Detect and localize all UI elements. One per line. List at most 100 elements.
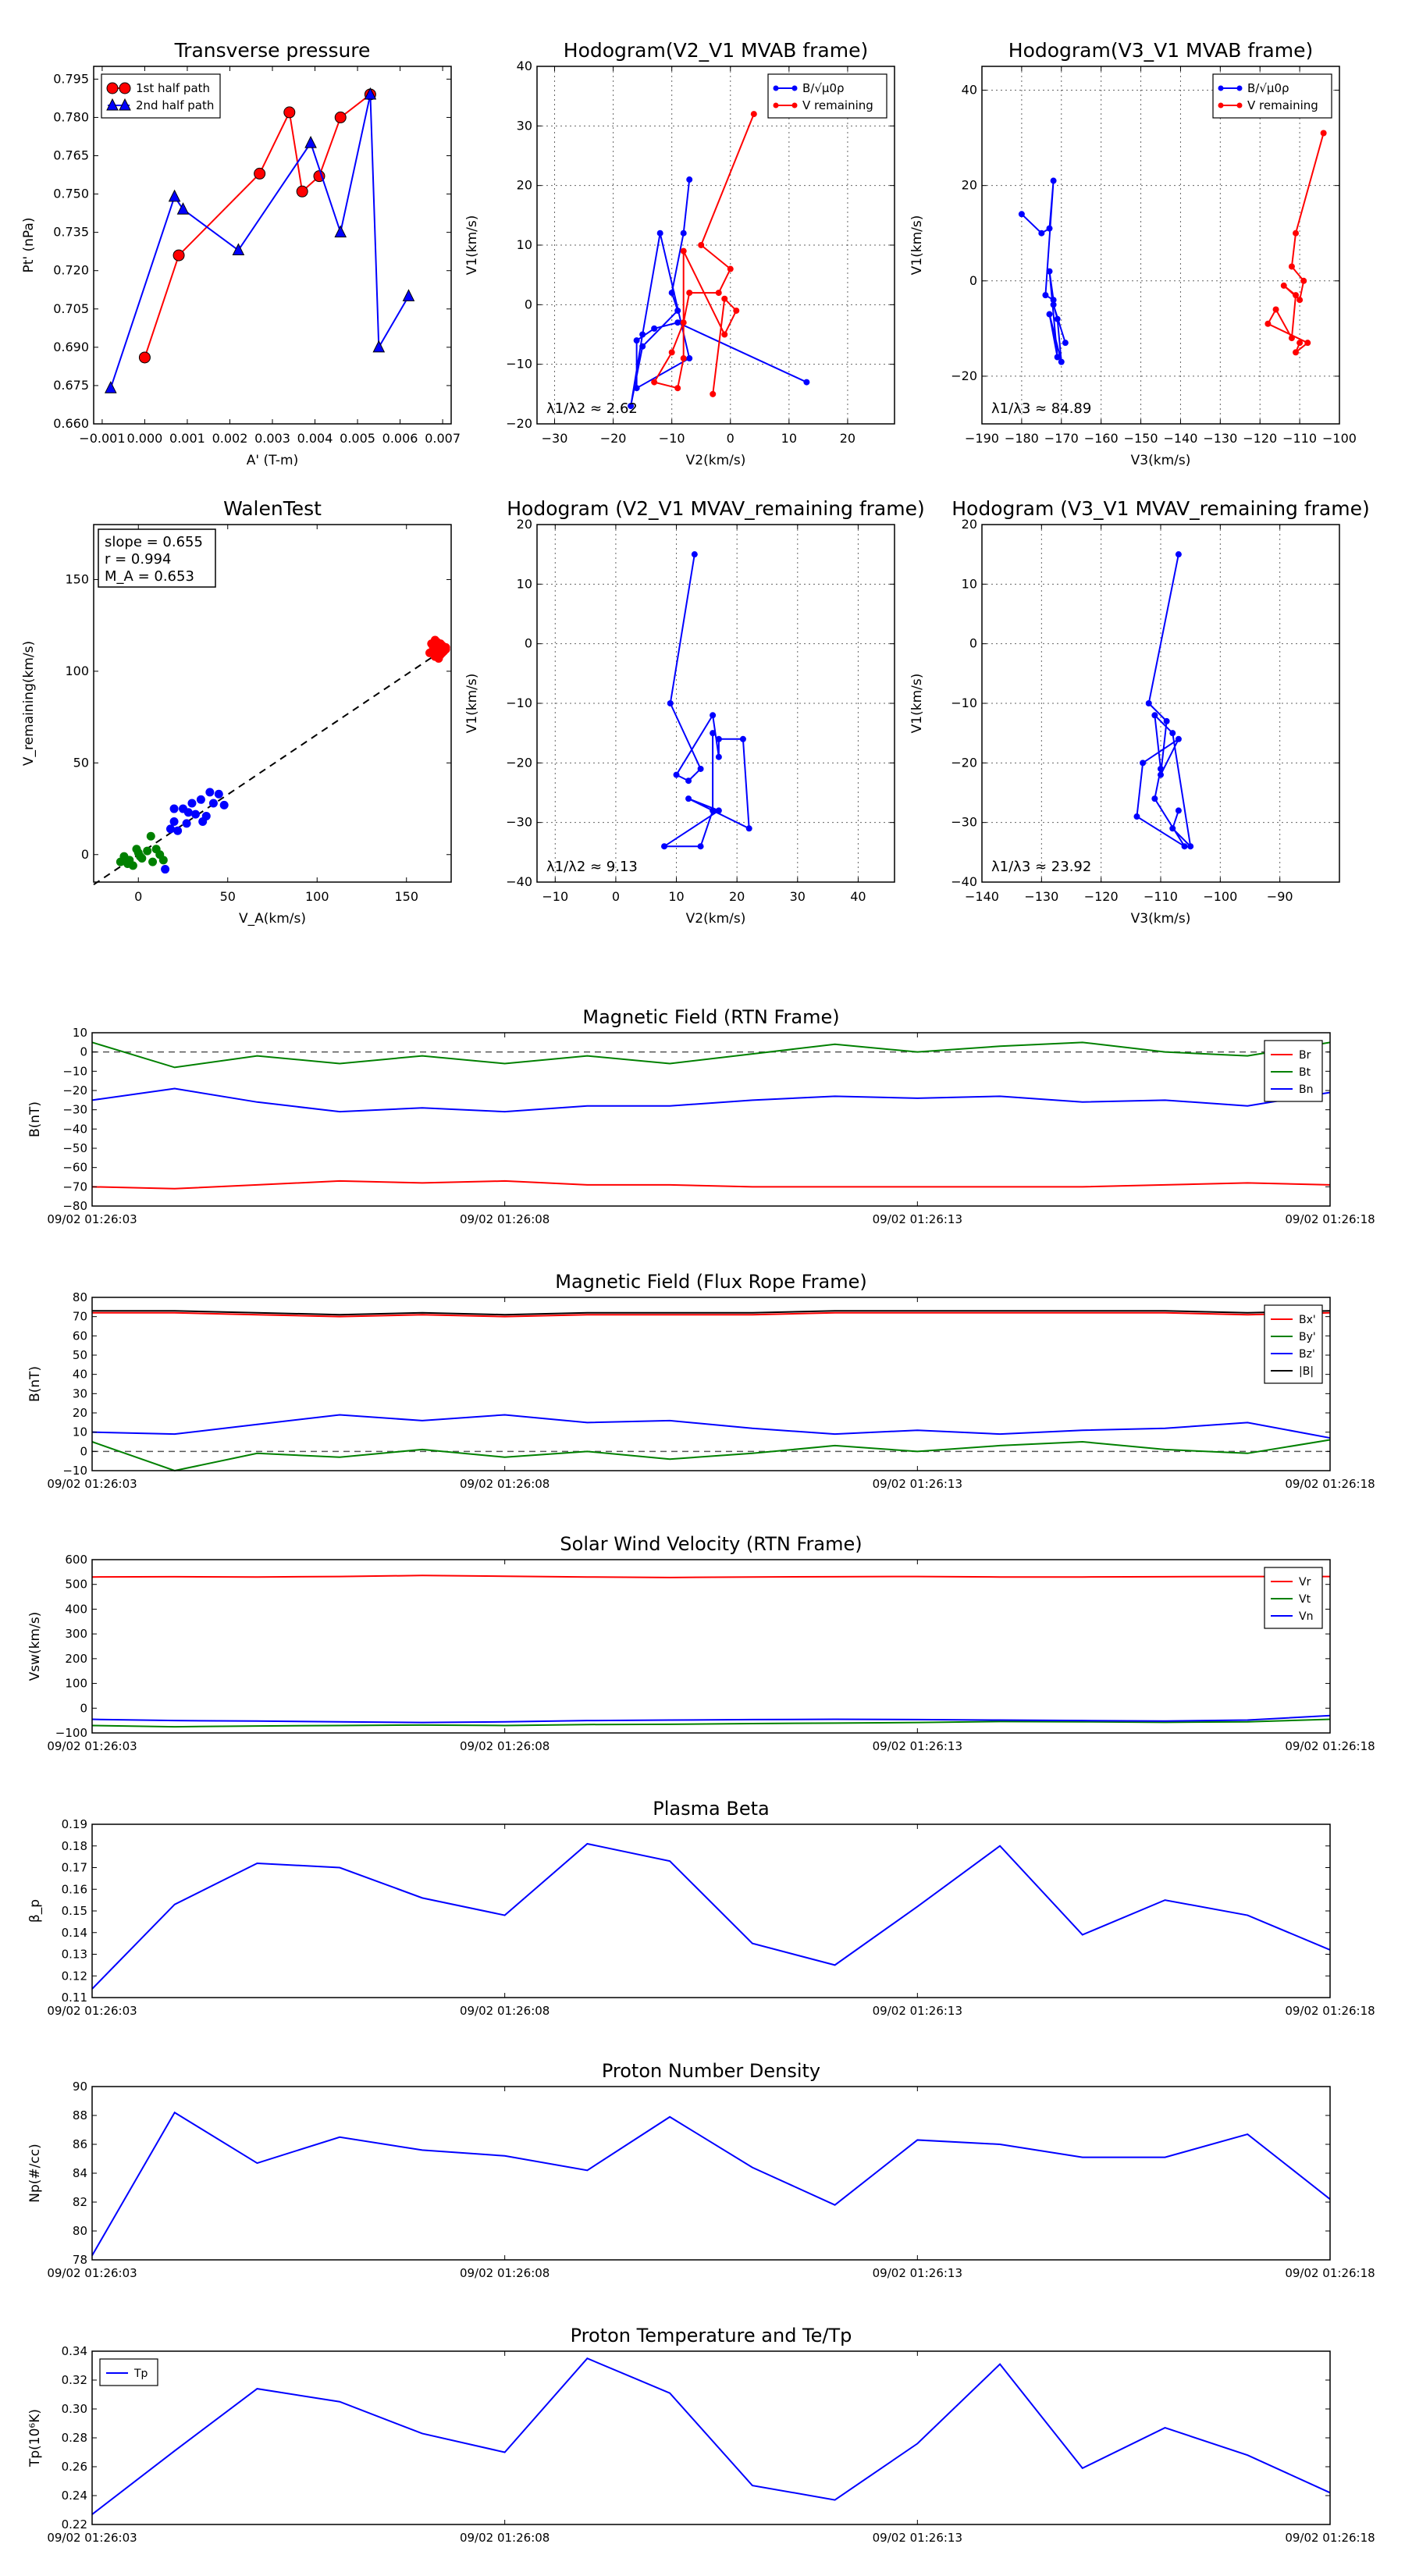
- y-tick-label: 10: [962, 576, 977, 591]
- x-tick-label: −110: [1144, 889, 1178, 904]
- x-tick-label: −130: [1024, 889, 1058, 904]
- y-tick-label: −80: [62, 1199, 87, 1213]
- y-tick-label: 0.32: [62, 2373, 87, 2387]
- y-tick-label: 0.720: [53, 263, 89, 278]
- y-axis-label: B(nT): [27, 1366, 43, 1402]
- data-marker: [1293, 292, 1300, 299]
- data-marker: [715, 807, 722, 814]
- y-tick-label: 0.765: [53, 148, 89, 163]
- y-tick-label: −20: [951, 755, 977, 770]
- data-point: [169, 804, 179, 813]
- data-marker: [1272, 306, 1279, 313]
- y-tick-label: 0.690: [53, 340, 89, 354]
- data-marker: [1054, 354, 1061, 361]
- y-axis-label: β_p: [27, 1899, 43, 1923]
- data-marker: [661, 843, 668, 850]
- data-marker: [1046, 225, 1053, 232]
- data-marker: [697, 843, 704, 850]
- data-point: [191, 809, 201, 819]
- x-tick-label: −160: [1084, 431, 1119, 446]
- x-tick-label: 09/02 01:26:03: [47, 1212, 137, 1226]
- y-axis-label: V1(km/s): [909, 674, 925, 734]
- data-marker: [296, 185, 308, 197]
- eigenvalue-ratio-annotation: λ1/λ2 ≈ 2.62: [546, 400, 638, 417]
- data-marker: [1140, 760, 1147, 767]
- y-tick-label: 30: [73, 1386, 87, 1400]
- y-tick-label: 0.14: [62, 1926, 87, 1940]
- x-tick-label: 10: [781, 431, 797, 446]
- y-tick-label: 10: [73, 1425, 87, 1439]
- x-tick-label: −10: [659, 431, 685, 446]
- y-tick-label: 20: [73, 1406, 87, 1420]
- y-tick-label: 86: [73, 2137, 87, 2151]
- chart-mag_rtn: 09/02 01:26:03 09/02 01:26:08 09/02 01:26:…: [27, 1006, 1375, 1226]
- data-point: [198, 817, 208, 826]
- data-marker: [633, 385, 640, 392]
- data-marker: [639, 343, 646, 350]
- x-tick-label: 09/02 01:26:13: [873, 2004, 962, 2018]
- data-point: [182, 819, 191, 828]
- data-marker: [715, 753, 722, 760]
- data-marker: [283, 106, 296, 119]
- y-tick-label: 60: [73, 1329, 87, 1343]
- data-marker: [721, 331, 728, 338]
- y-tick-label: 0.30: [62, 2402, 87, 2416]
- x-tick-label: 09/02 01:26:18: [1285, 1477, 1375, 1491]
- y-tick-label: 80: [73, 2224, 87, 2238]
- y-tick-label: −10: [506, 696, 532, 710]
- data-marker: [1062, 340, 1069, 347]
- x-tick-label: 0: [727, 431, 735, 446]
- x-tick-label: 09/02 01:26:18: [1285, 1739, 1375, 1753]
- data-marker: [715, 290, 722, 297]
- x-tick-label: 09/02 01:26:13: [873, 1212, 962, 1226]
- y-tick-label: 10: [517, 576, 532, 591]
- data-marker: [1050, 177, 1057, 184]
- x-tick-label: 09/02 01:26:03: [47, 2266, 137, 2280]
- x-tick-label: 30: [790, 889, 806, 904]
- x-tick-label: −170: [1044, 431, 1079, 446]
- x-tick-label: 09/02 01:26:13: [873, 1739, 962, 1753]
- y-axis-label: V_remaining(km/s): [21, 641, 37, 766]
- y-tick-label: 0.34: [62, 2344, 87, 2358]
- data-marker: [710, 807, 717, 814]
- chart-title: Magnetic Field (Flux Rope Frame): [555, 1271, 866, 1293]
- y-tick-label: −10: [951, 696, 977, 710]
- y-tick-label: 10: [73, 1026, 87, 1040]
- x-tick-label: −0.001: [79, 431, 125, 446]
- data-marker: [1158, 765, 1164, 772]
- data-marker: [685, 795, 692, 802]
- data-marker: [656, 229, 663, 237]
- chart-title: Solar Wind Velocity (RTN Frame): [560, 1533, 862, 1555]
- x-tick-label: −90: [1267, 889, 1293, 904]
- chart-mag_fr: 09/02 01:26:03 09/02 01:26:08 09/02 01:26:…: [27, 1271, 1375, 1491]
- legend-marker: [791, 102, 798, 109]
- x-tick-label: −30: [542, 431, 568, 446]
- y-tick-label: −10: [506, 357, 532, 372]
- y-tick-label: 200: [65, 1652, 87, 1666]
- data-marker: [1169, 825, 1176, 832]
- chart-title: Proton Temperature and Te/Tp: [571, 2325, 852, 2347]
- legend-label: 2nd half path: [136, 98, 214, 112]
- legend-label: Bn: [1299, 1083, 1313, 1096]
- chart-density: 09/02 01:26:03 09/02 01:26:08 09/02 01:26:…: [27, 2060, 1375, 2280]
- x-tick-label: 10: [668, 889, 684, 904]
- legend-label: Bt: [1299, 1066, 1311, 1079]
- y-tick-label: −70: [62, 1179, 87, 1194]
- legend-label: Vn: [1299, 1610, 1313, 1623]
- x-tick-label: −120: [1084, 889, 1119, 904]
- data-marker: [710, 730, 717, 737]
- data-point: [219, 800, 229, 809]
- x-tick-label: 09/02 01:26:08: [460, 2004, 550, 2018]
- data-point: [208, 799, 218, 808]
- legend-label: 1st half path: [136, 81, 210, 95]
- x-tick-label: 09/02 01:26:03: [47, 1477, 137, 1491]
- x-tick-label: 0: [612, 889, 620, 904]
- y-tick-label: 0.750: [53, 187, 89, 201]
- eigenvalue-ratio-annotation: λ1/λ3 ≈ 23.92: [991, 859, 1091, 875]
- y-tick-label: −30: [62, 1103, 87, 1117]
- data-marker: [674, 307, 681, 314]
- data-marker: [710, 390, 717, 397]
- data-marker: [674, 319, 681, 326]
- x-tick-label: 20: [729, 889, 745, 904]
- y-axis-label: Np(#/cc): [27, 2144, 43, 2202]
